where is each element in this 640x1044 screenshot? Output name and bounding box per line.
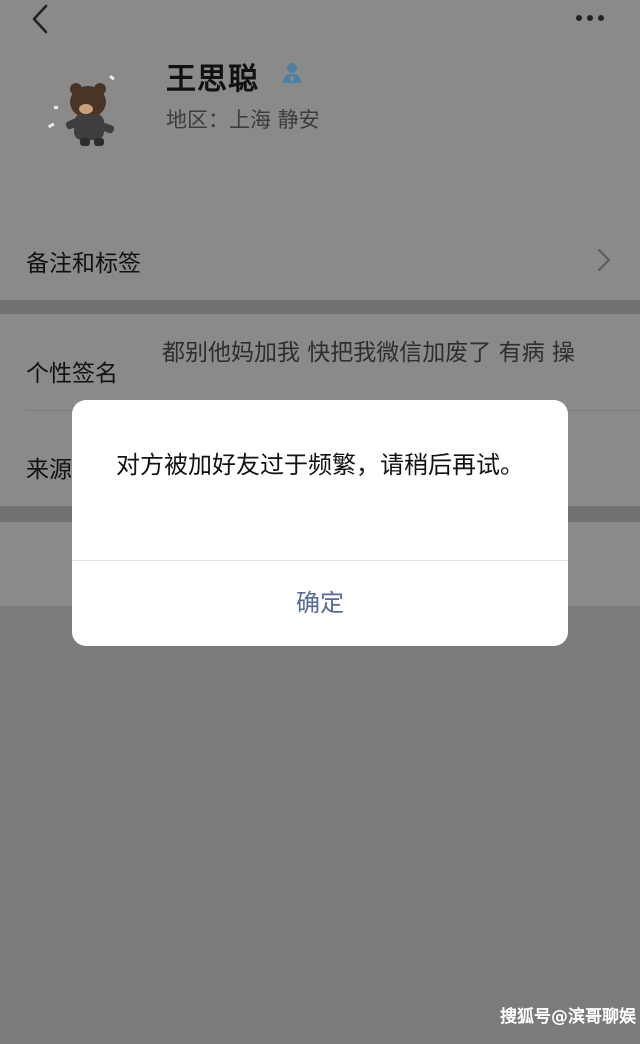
source-label: 来源	[26, 457, 72, 483]
chevron-right-icon	[596, 246, 612, 274]
alert-dialog: 对方被加好友过于频繁，请稍后再试。 确定	[72, 400, 568, 646]
page-background	[0, 606, 640, 1044]
watermark-text: 搜狐号@滨哥聊娱	[500, 1007, 636, 1027]
profile-page: 王思聪 地区：上海 静安 备注和标签 个性签名 都别他妈加我 快把我微信加废了 …	[0, 0, 640, 1044]
profile-name: 王思聪	[166, 62, 259, 97]
bear-avatar[interactable]	[40, 62, 130, 152]
section-gap	[0, 300, 640, 314]
confirm-button[interactable]: 确定	[72, 561, 568, 646]
profile-header: 王思聪 地区：上海 静安 备注和标签	[0, 0, 640, 300]
back-arrow-icon[interactable]	[24, 2, 60, 38]
remark-tags-label: 备注和标签	[26, 251, 141, 277]
verified-user-icon	[280, 61, 304, 85]
profile-region: 地区：上海 静安	[166, 108, 320, 132]
signature-value: 都别他妈加我 快把我微信加废了 有病 操	[162, 340, 575, 366]
more-dots-icon[interactable]	[568, 2, 618, 32]
dialog-message: 对方被加好友过于频繁，请稍后再试。	[116, 451, 524, 479]
signature-label: 个性签名	[26, 361, 118, 387]
remark-tags-row[interactable]: 备注和标签	[0, 222, 640, 300]
